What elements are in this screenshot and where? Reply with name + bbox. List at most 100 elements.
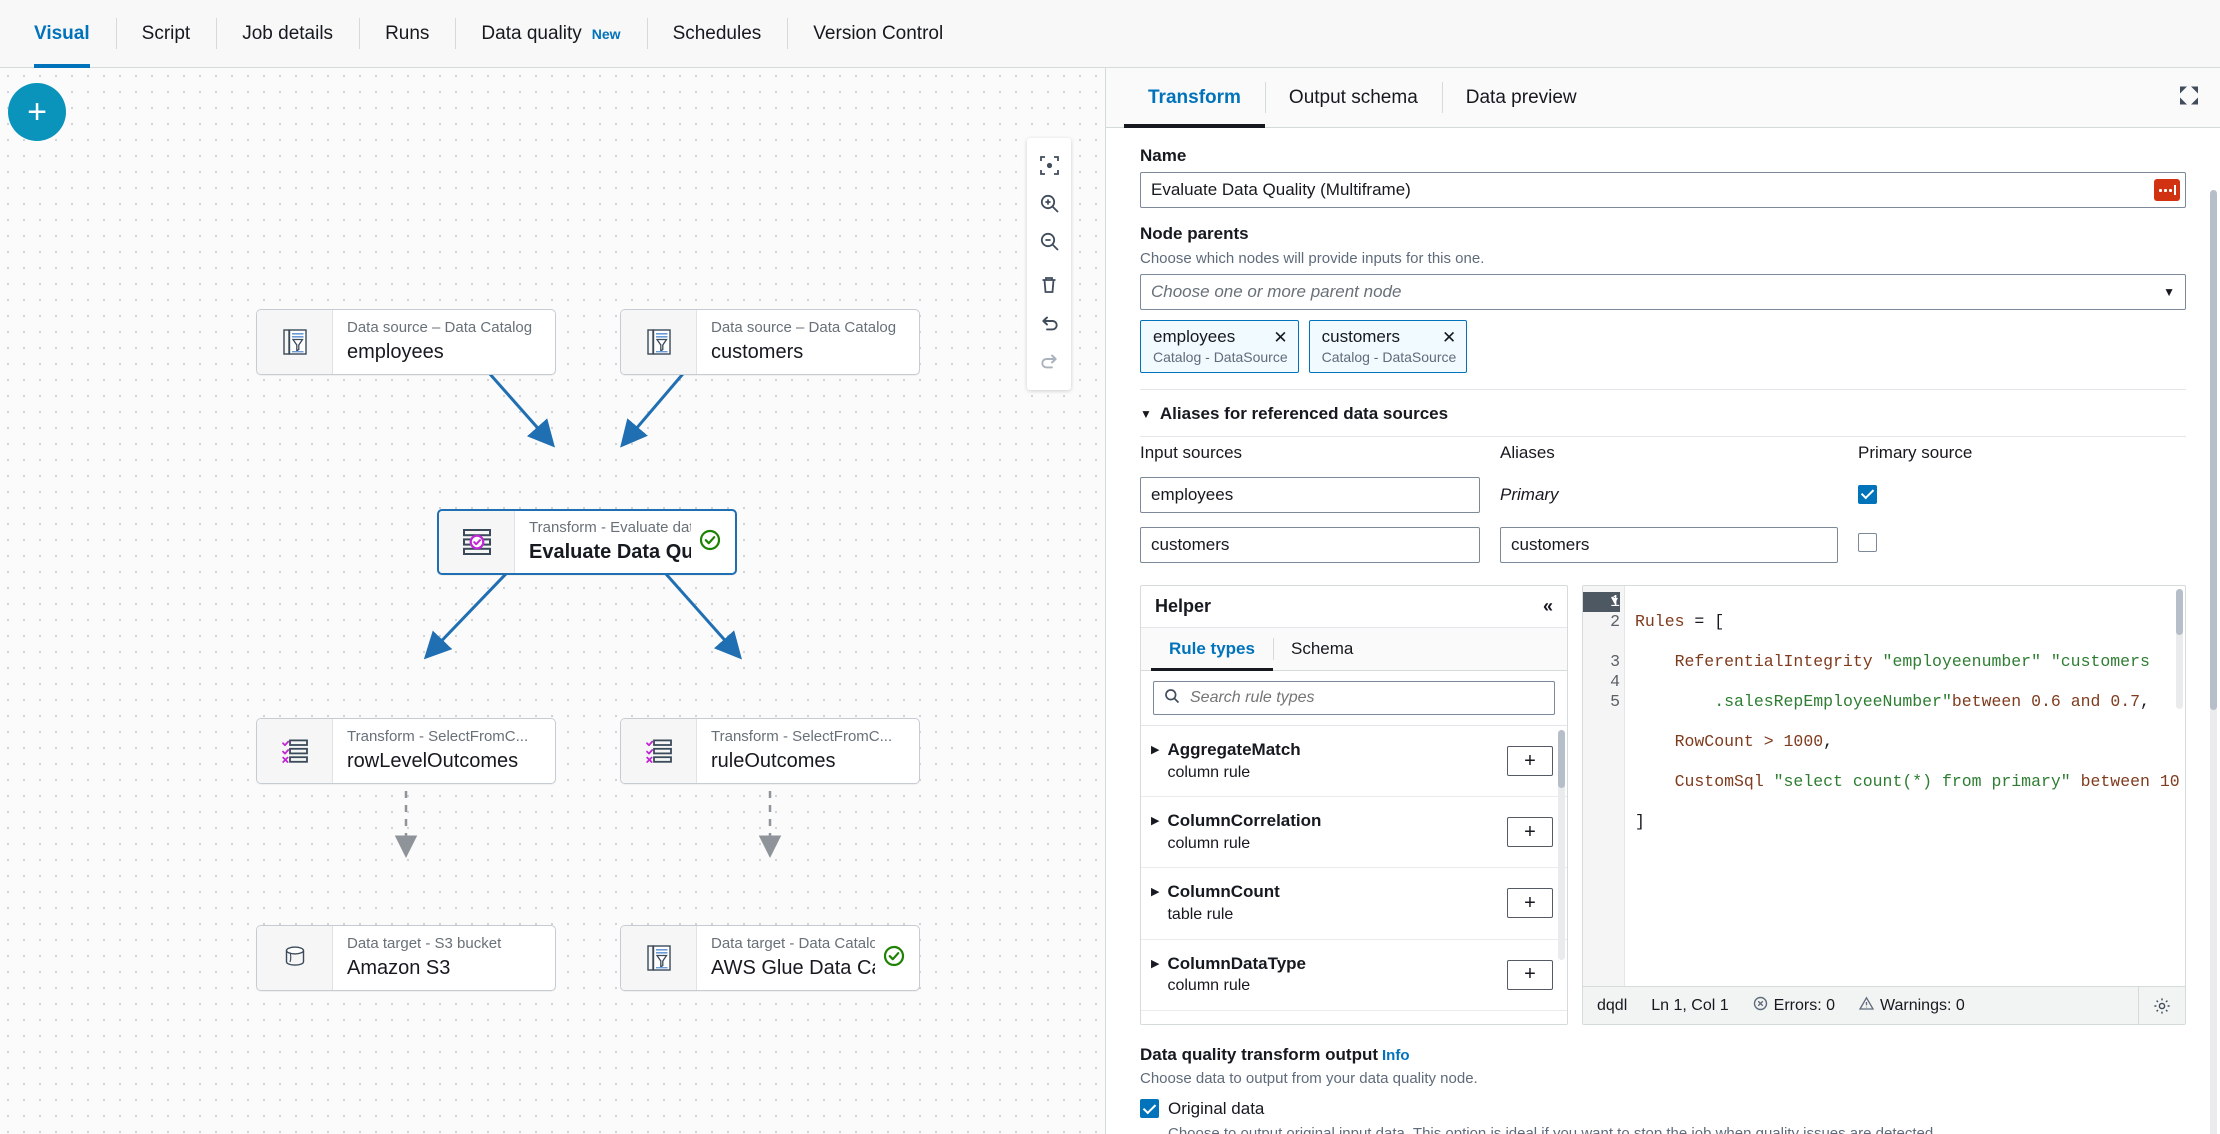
add-rule-button[interactable]: + xyxy=(1507,888,1553,919)
expand-icon[interactable] xyxy=(2178,84,2200,111)
node-subtitle: Data source – Data Catalog xyxy=(711,319,897,337)
rule-search-input[interactable] xyxy=(1188,688,1544,708)
canvas-node-aws-glue-data-catalog[interactable]: Data target - Data Catalog AWS Glue Data… xyxy=(620,925,920,991)
node-parents-placeholder: Choose one or more parent node xyxy=(1151,282,1402,301)
delete-icon[interactable] xyxy=(1029,266,1069,304)
chevron-right-icon[interactable]: ▶ xyxy=(1151,814,1159,827)
node-title: customers xyxy=(711,340,804,363)
rule-type-item[interactable]: ▶ AggregateMatch column rule + xyxy=(1141,726,1567,798)
add-rule-button[interactable]: + xyxy=(1507,959,1553,990)
rule-search-box[interactable] xyxy=(1153,681,1555,715)
code-line: Rules = [ xyxy=(1635,612,1725,631)
panel-scrollbar[interactable] xyxy=(2210,190,2217,1134)
rule-name: ColumnDataType xyxy=(1167,953,1307,973)
name-input[interactable] xyxy=(1140,172,2186,208)
tab-data-quality[interactable]: Data quality New xyxy=(455,0,646,67)
helper-tab-rule-types[interactable]: Rule types xyxy=(1151,628,1273,671)
canvas-node-ruleoutcomes[interactable]: Transform - SelectFromC... ruleOutcomes xyxy=(620,718,920,784)
line-number: 2 xyxy=(1610,612,1620,631)
data-quality-output-section: Data quality transform output Info Choose… xyxy=(1140,1045,2186,1134)
panel-tab-data-preview[interactable]: Data preview xyxy=(1441,68,1601,127)
tab-schedules[interactable]: Schedules xyxy=(646,0,788,67)
node-parents-select[interactable]: Choose one or more parent node ▼ xyxy=(1140,274,2186,310)
col-aliases: Aliases xyxy=(1500,443,1555,462)
editor-scrollbar[interactable] xyxy=(2176,589,2183,709)
tab-version-control[interactable]: Version Control xyxy=(787,0,969,67)
aliases-section-header[interactable]: ▼ Aliases for referenced data sources xyxy=(1140,390,2186,436)
code-line: .salesRepEmployeeNumber"between 0.6 and … xyxy=(1714,692,2150,711)
error-icon xyxy=(1753,996,1768,1016)
canvas-node-evaluate-data-quality[interactable]: Transform - Evaluate dat... Evaluate Dat… xyxy=(437,509,737,575)
node-subtitle: Transform - Evaluate dat... xyxy=(529,519,691,537)
original-data-description: Choose to output original input data. Th… xyxy=(1168,1125,1938,1134)
chip-customers[interactable]: customers ✕ Catalog - DataSource xyxy=(1308,320,1468,373)
chip-employees[interactable]: employees ✕ Catalog - DataSource xyxy=(1140,320,1299,373)
rule-type-item[interactable]: ▶ ColumnExists column rule + xyxy=(1141,1011,1567,1024)
tab-job-details[interactable]: Job details xyxy=(216,0,359,67)
job-tabs-bar: Visual Script Job details Runs Data qual… xyxy=(0,0,2220,68)
editor-gutter: 1 ▼ 2 3 4 5 xyxy=(1583,586,1625,986)
primary-source-checkbox-employees[interactable] xyxy=(1858,484,1877,504)
new-badge: New xyxy=(591,25,621,42)
panel-tab-output-schema-label: Output schema xyxy=(1288,86,1418,108)
node-body: Transform - Evaluate dat... Evaluate Dat… xyxy=(515,511,735,573)
name-field-error-icon[interactable] xyxy=(2154,179,2180,201)
chevron-right-icon[interactable]: ▶ xyxy=(1151,885,1159,898)
code-line: ReferentialIntegrity "employeenumber" "c… xyxy=(1635,652,2150,671)
primary-source-checkbox-customers[interactable] xyxy=(1858,533,1877,552)
canvas-node-rowleveloutcomes[interactable]: Transform - SelectFromC... rowLevelOutco… xyxy=(256,718,556,784)
visual-canvas[interactable]: + Data source – Data Catalog employees D… xyxy=(0,68,1106,1134)
node-title: employees xyxy=(347,340,444,363)
name-label: Name xyxy=(1140,146,1187,165)
rule-list-scrollbar[interactable] xyxy=(1558,730,1565,960)
node-subtitle: Transform - SelectFromC... xyxy=(711,728,893,746)
undo-icon[interactable] xyxy=(1029,304,1069,342)
col-input-sources: Input sources xyxy=(1140,443,1243,462)
code-content[interactable]: Rules = [ ReferentialIntegrity "employee… xyxy=(1625,586,2185,986)
chip-name: employees xyxy=(1153,327,1236,346)
add-rule-button[interactable]: + xyxy=(1507,817,1553,848)
gear-icon[interactable] xyxy=(2138,987,2171,1024)
tab-runs[interactable]: Runs xyxy=(359,0,455,67)
panel-tab-transform[interactable]: Transform xyxy=(1124,68,1265,128)
code-line: ] xyxy=(1635,812,1645,831)
input-source-employees[interactable] xyxy=(1140,477,1480,513)
helper-tab-schema[interactable]: Schema xyxy=(1272,628,1371,670)
node-body: Transform - SelectFromC... ruleOutcomes xyxy=(697,719,919,783)
alias-input-customers[interactable] xyxy=(1500,527,1838,563)
canvas-node-amazon-s3[interactable]: Data target - S3 bucket Amazon S3 xyxy=(256,925,556,991)
zoom-out-icon[interactable] xyxy=(1029,222,1069,260)
select-from-collection-icon xyxy=(257,719,333,783)
tab-script[interactable]: Script xyxy=(115,0,217,67)
chip-remove-icon[interactable]: ✕ xyxy=(1273,329,1287,346)
tab-visual[interactable]: Visual xyxy=(8,0,116,68)
node-body: Transform - SelectFromC... rowLevelOutco… xyxy=(333,719,555,783)
chip-subtitle: Catalog - DataSource xyxy=(1153,349,1288,365)
original-data-checkbox[interactable] xyxy=(1140,1099,1159,1118)
select-from-collection-icon xyxy=(621,719,697,783)
chip-remove-icon[interactable]: ✕ xyxy=(1442,329,1456,346)
canvas-node-customers[interactable]: Data source – Data Catalog customers xyxy=(620,309,920,375)
fit-to-screen-icon[interactable] xyxy=(1029,146,1069,184)
add-rule-button[interactable]: + xyxy=(1507,746,1553,777)
rule-types-list[interactable]: ▶ AggregateMatch column rule + ▶ ColumnC… xyxy=(1141,725,1567,1024)
collapse-left-icon[interactable]: « xyxy=(1543,596,1553,617)
warning-icon xyxy=(1858,996,1875,1016)
info-link[interactable]: Info xyxy=(1382,1047,1410,1064)
canvas-node-employees[interactable]: Data source – Data Catalog employees xyxy=(256,309,556,375)
redo-icon[interactable] xyxy=(1029,342,1069,380)
chevron-right-icon[interactable]: ▶ xyxy=(1151,743,1159,756)
code-area[interactable]: 1 ▼ 2 3 4 5 Rules = [ ReferentialIntegrit… xyxy=(1583,586,2185,986)
rule-type-item[interactable]: ▶ ColumnCount table rule + xyxy=(1141,868,1567,940)
zoom-in-icon[interactable] xyxy=(1029,184,1069,222)
input-source-customers[interactable] xyxy=(1140,527,1480,563)
panel-tab-output-schema[interactable]: Output schema xyxy=(1264,68,1442,127)
editor-warnings: Warnings: 0 xyxy=(1858,996,1965,1016)
alias-employees-static: Primary xyxy=(1500,485,1559,504)
plus-icon: + xyxy=(27,93,47,131)
rule-type-item[interactable]: ▶ ColumnCorrelation column rule + xyxy=(1141,797,1567,869)
add-node-button[interactable]: + xyxy=(8,83,66,141)
chevron-right-icon[interactable]: ▶ xyxy=(1151,957,1159,970)
dqdl-editor[interactable]: 1 ▼ 2 3 4 5 Rules = [ ReferentialIntegrit… xyxy=(1582,585,2186,1025)
rule-type-item[interactable]: ▶ ColumnDataType column rule + xyxy=(1141,940,1567,1011)
